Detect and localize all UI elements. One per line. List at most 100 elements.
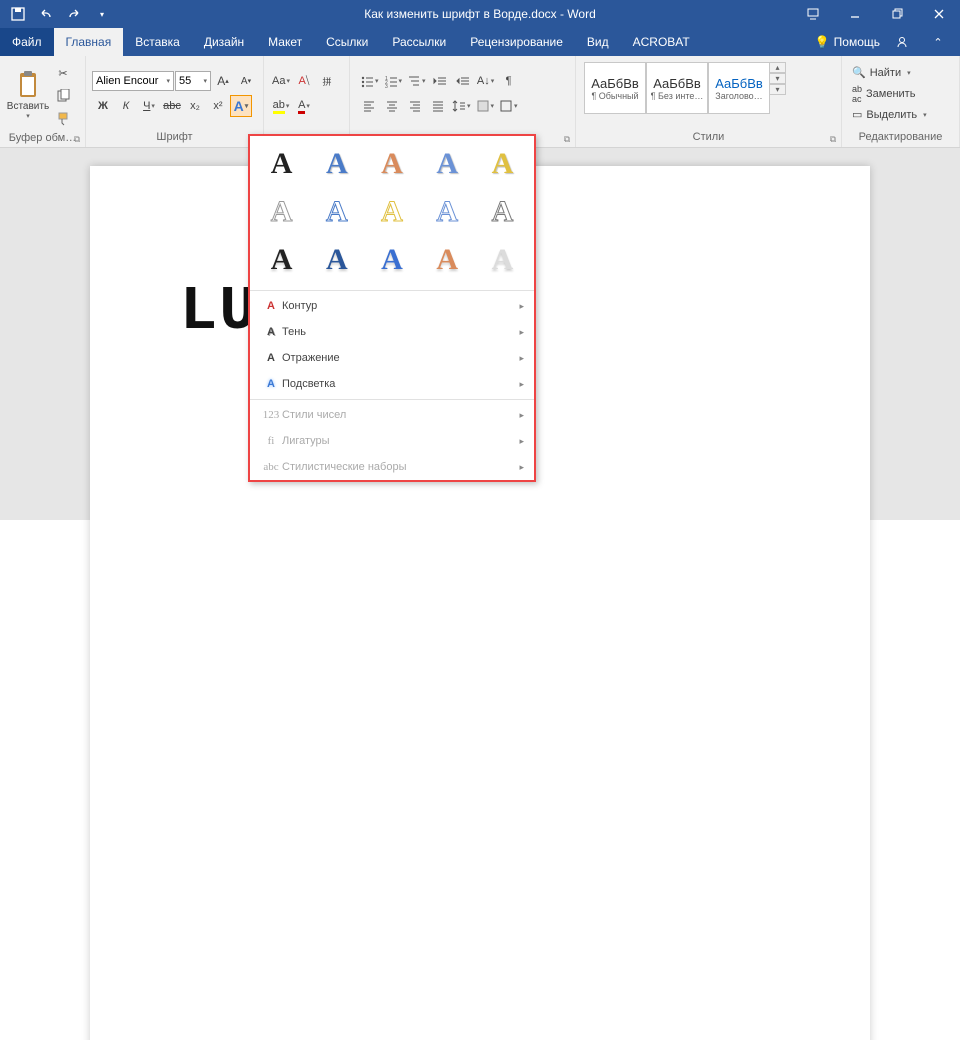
show-marks-icon[interactable]: ¶ <box>498 70 520 92</box>
strike-button[interactable]: abc <box>161 95 183 117</box>
styles-down-icon[interactable]: ▾ <box>770 73 786 84</box>
effects-gallery: AAAAAAAAAAAAAAA <box>250 136 534 288</box>
styles-more-icon[interactable]: ▾ <box>770 84 786 95</box>
bullets-button[interactable] <box>358 70 381 92</box>
effect-preset-1-4[interactable]: A <box>475 188 530 236</box>
font-color-button[interactable]: A <box>293 95 315 117</box>
effect-preset-1-2[interactable]: A <box>364 188 419 236</box>
inc-indent-icon[interactable] <box>452 70 474 92</box>
align-center-icon[interactable] <box>381 95 403 117</box>
effect-preset-0-2[interactable]: A <box>364 140 419 188</box>
style-nospacing[interactable]: АаБбВв¶ Без инте… <box>646 62 708 114</box>
tab-mailings[interactable]: Рассылки <box>380 28 458 56</box>
effect-preset-1-0[interactable]: A <box>254 188 309 236</box>
effect-preset-0-1[interactable]: A <box>309 140 364 188</box>
find-label: Найти <box>870 67 901 79</box>
style-heading1[interactable]: АаБбВвЗаголово… <box>708 62 770 114</box>
paste-button[interactable]: Вставить ▾ <box>4 58 52 130</box>
tab-home[interactable]: Главная <box>54 28 124 56</box>
grow-font-icon[interactable]: A▴ <box>212 70 234 92</box>
style-nospacing-label: ¶ Без инте… <box>651 91 704 101</box>
sort-icon[interactable]: A↓ <box>475 70 497 92</box>
styles-launcher-icon[interactable]: ⧉ <box>827 133 839 145</box>
group-label-styles: Стили <box>580 129 837 145</box>
effect-preset-1-3[interactable]: A <box>420 188 475 236</box>
find-button[interactable]: 🔍Найти▾ <box>848 63 953 83</box>
change-case-button[interactable]: Aa <box>270 70 292 92</box>
effect-preset-0-0[interactable]: A <box>254 140 309 188</box>
bold-label: Ж <box>98 100 108 112</box>
cut-icon[interactable]: ✂ <box>52 62 74 84</box>
borders-button[interactable] <box>497 95 520 117</box>
close-icon[interactable] <box>918 0 960 28</box>
superscript-button[interactable]: x² <box>207 95 229 117</box>
bold-button[interactable]: Ж <box>92 95 114 117</box>
format-painter-icon[interactable] <box>52 108 74 130</box>
undo-icon[interactable] <box>34 2 58 26</box>
menu-shadow[interactable]: AТень▸ <box>250 319 534 345</box>
dec-indent-icon[interactable] <box>429 70 451 92</box>
shading-button[interactable] <box>474 95 497 117</box>
font-size-select[interactable]: 55▾ <box>175 71 211 91</box>
effect-preset-1-1[interactable]: A <box>309 188 364 236</box>
phonetic-icon[interactable]: 拼 <box>316 70 338 92</box>
menu-num-styles: 123Стили чисел▸ <box>250 402 534 428</box>
font-size-value: 55 <box>179 75 191 87</box>
group-label-clipboard: Буфер обм… <box>4 130 81 146</box>
tab-design[interactable]: Дизайн <box>192 28 256 56</box>
tab-acrobat[interactable]: ACROBAT <box>621 28 702 56</box>
save-icon[interactable] <box>6 2 30 26</box>
paragraph-launcher-icon[interactable]: ⧉ <box>561 133 573 145</box>
highlight-button[interactable]: ab <box>270 95 292 117</box>
menu-glow[interactable]: AПодсветка▸ <box>250 371 534 397</box>
minimize-icon[interactable] <box>834 0 876 28</box>
window-title: Как изменить шрифт в Ворде.docx - Word <box>364 7 596 21</box>
ribbon-options-icon[interactable] <box>792 0 834 28</box>
select-button[interactable]: ▭Выделить▾ <box>848 105 953 125</box>
menu-reflection[interactable]: AОтражение▸ <box>250 345 534 371</box>
italic-button[interactable]: К <box>115 95 137 117</box>
share-icon[interactable] <box>888 28 916 56</box>
effect-preset-2-0[interactable]: A <box>254 236 309 284</box>
glow-icon: A <box>260 378 282 390</box>
menu-stylistic: abcСтилистические наборы▸ <box>250 454 534 480</box>
lightbulb-icon: 💡 <box>815 35 830 49</box>
line-spacing-button[interactable] <box>450 95 473 117</box>
tell-me[interactable]: 💡 Помощь <box>815 35 880 49</box>
tab-review[interactable]: Рецензирование <box>458 28 575 56</box>
text-effects-button[interactable]: A <box>230 95 252 117</box>
underline-button[interactable]: Ч <box>138 95 160 117</box>
align-left-icon[interactable] <box>358 95 380 117</box>
clear-format-icon[interactable]: A⧹ <box>293 70 315 92</box>
tab-layout[interactable]: Макет <box>256 28 314 56</box>
text-effects-popup: AAAAAAAAAAAAAAA AКонтур▸ AТень▸ AОтражен… <box>248 134 536 482</box>
justify-icon[interactable] <box>427 95 449 117</box>
menu-outline[interactable]: AКонтур▸ <box>250 293 534 319</box>
effect-preset-2-3[interactable]: A <box>420 236 475 284</box>
group-label-editing: Редактирование <box>846 129 955 145</box>
clipboard-launcher-icon[interactable]: ⧉ <box>71 133 83 145</box>
effect-preset-0-4[interactable]: A <box>475 140 530 188</box>
subscript-button[interactable]: x₂ <box>184 95 206 117</box>
multilevel-button[interactable] <box>405 70 428 92</box>
effect-preset-2-2[interactable]: A <box>364 236 419 284</box>
qat-customize-icon[interactable]: ▾ <box>90 2 114 26</box>
redo-icon[interactable] <box>62 2 86 26</box>
effect-preset-2-1[interactable]: A <box>309 236 364 284</box>
restore-icon[interactable] <box>876 0 918 28</box>
copy-icon[interactable] <box>52 85 74 107</box>
tab-file[interactable]: Файл <box>0 28 54 56</box>
replace-button[interactable]: abacЗаменить <box>848 84 953 104</box>
shrink-font-icon[interactable]: A▾ <box>235 70 257 92</box>
styles-up-icon[interactable]: ▴ <box>770 62 786 73</box>
font-name-select[interactable]: Alien Encour▾ <box>92 71 174 91</box>
style-normal[interactable]: АаБбВв¶ Обычный <box>584 62 646 114</box>
numbering-button[interactable]: 123 <box>382 70 405 92</box>
effect-preset-0-3[interactable]: A <box>420 140 475 188</box>
effect-preset-2-4[interactable]: A <box>475 236 530 284</box>
tab-insert[interactable]: Вставка <box>123 28 192 56</box>
collapse-ribbon-icon[interactable]: ⌃ <box>924 28 952 56</box>
tab-view[interactable]: Вид <box>575 28 621 56</box>
tab-references[interactable]: Ссылки <box>314 28 380 56</box>
align-right-icon[interactable] <box>404 95 426 117</box>
